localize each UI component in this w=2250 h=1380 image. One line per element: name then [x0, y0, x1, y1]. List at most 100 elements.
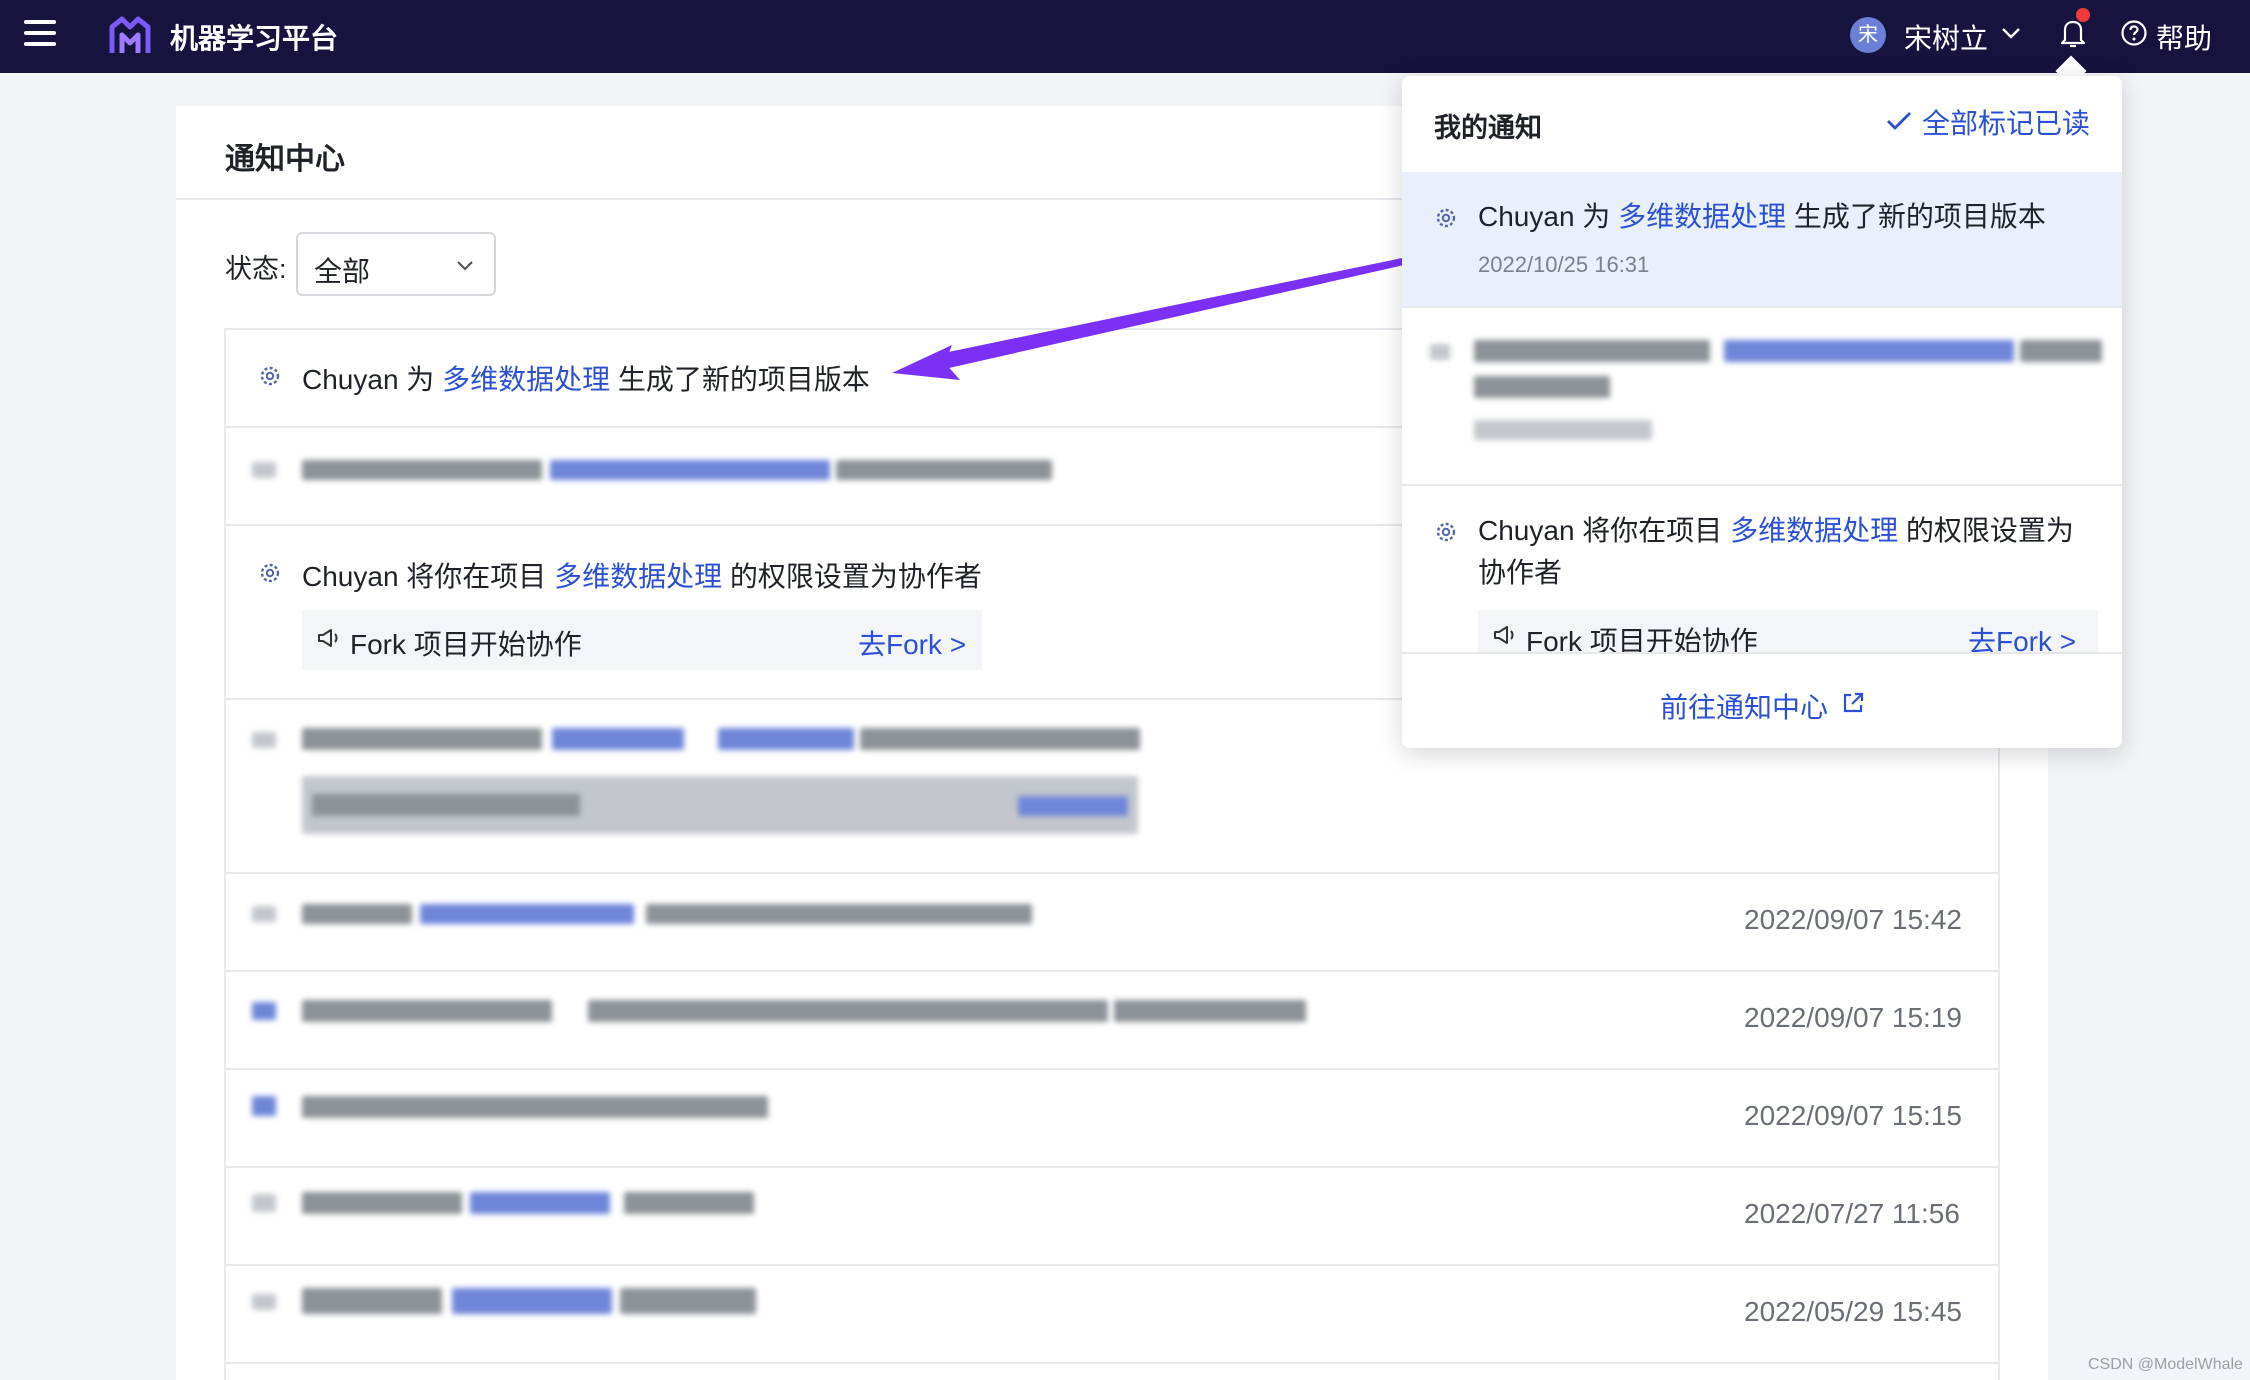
- external-link-icon[interactable]: [1840, 690, 1866, 716]
- help-link[interactable]: 帮助: [2156, 17, 2212, 57]
- status-filter-select[interactable]: 全部: [296, 232, 496, 296]
- row-divider: [224, 970, 2000, 972]
- watermark: CSDN @ModelWhale: [2088, 1356, 2243, 1373]
- blurred-link: [552, 728, 684, 750]
- project-link[interactable]: 多维数据处理: [1730, 515, 1898, 546]
- blurred-icon: [252, 732, 276, 748]
- megaphone-icon: [1494, 626, 1514, 644]
- fork-action-text: Fork 项目开始协作: [1526, 626, 1758, 657]
- blurred-icon: [252, 462, 276, 478]
- hamburger-menu-icon[interactable]: [24, 20, 56, 48]
- row-divider: [224, 1068, 2000, 1070]
- platform-logo-icon[interactable]: [108, 13, 152, 59]
- dropdown-divider: [1402, 484, 2122, 486]
- actor-name: Chuyan: [302, 561, 399, 592]
- blurred-link: [452, 1288, 612, 1314]
- chevron-down-icon: [457, 261, 473, 271]
- blurred-icon: [252, 1096, 276, 1116]
- help-circle-icon[interactable]: [2120, 19, 2148, 47]
- dropdown-footer-divider: [1402, 652, 2122, 654]
- blurred-text: [2020, 340, 2102, 362]
- blurred-text: [302, 1192, 462, 1214]
- blurred-link: [1724, 340, 2014, 362]
- text-fragment: 将你在项目: [406, 561, 547, 592]
- blurred-link: [470, 1192, 610, 1214]
- blurred-time: [1474, 420, 1652, 440]
- user-avatar[interactable]: 宋: [1850, 17, 1886, 53]
- user-name[interactable]: 宋树立: [1904, 17, 1988, 57]
- dropdown-item-text: Chuyan 为 多维数据处理 生成了新的项目版本: [1478, 196, 2046, 238]
- row-timestamp: 2022/09/07 15:42: [1744, 904, 1962, 935]
- top-nav-bar: 机器学习平台 宋 宋树立 帮助: [0, 0, 2250, 73]
- project-link[interactable]: 多维数据处理: [554, 561, 722, 592]
- notification-dropdown: 我的通知 全部标记已读 Chuyan 为 多维数据处理 生成了新的项目版本 20…: [1402, 76, 2122, 748]
- blurred-text: [860, 728, 1140, 750]
- text-fragment: 的权限设置为协作者: [729, 561, 982, 592]
- dropdown-item-text: Chuyan 将你在项目 多维数据处理 的权限设置为 协作者: [1478, 510, 2098, 594]
- text-fragment: 为: [406, 364, 435, 395]
- row-divider: [224, 1362, 2000, 1364]
- fork-action-text: Fork 项目开始协作: [350, 629, 582, 660]
- check-icon: [1887, 112, 1911, 130]
- fork-action-box: Fork 项目开始协作 去Fork >: [1478, 610, 2098, 657]
- gear-icon: [1436, 522, 1456, 542]
- megaphone-icon: [318, 629, 338, 647]
- row-divider: [224, 1166, 2000, 1168]
- actor-name: Chuyan: [1478, 201, 1575, 232]
- blurred-text: [624, 1192, 754, 1214]
- app-title[interactable]: 机器学习平台: [170, 17, 338, 57]
- blurred-text: [302, 1096, 768, 1118]
- blurred-text: [302, 460, 542, 480]
- page-title: 通知中心: [225, 143, 345, 176]
- unread-dot: [2076, 8, 2090, 22]
- notification-text: Chuyan 为 多维数据处理 生成了新的项目版本: [302, 358, 870, 398]
- gear-icon: [260, 563, 280, 583]
- blurred-link: [420, 904, 634, 924]
- blurred-link: [550, 460, 830, 480]
- blurred-text: [1474, 340, 1710, 362]
- row-divider: [224, 872, 2000, 874]
- mark-all-read-label[interactable]: 全部标记已读: [1922, 102, 2090, 142]
- gear-icon: [260, 366, 280, 386]
- blurred-text: [1474, 376, 1610, 398]
- blurred-text: [302, 1288, 442, 1314]
- go-fork-link[interactable]: 去Fork >: [858, 623, 966, 663]
- blurred-text: [302, 904, 412, 924]
- project-link[interactable]: 多维数据处理: [1618, 201, 1786, 232]
- blurred-text: [588, 1000, 1108, 1022]
- blurred-text: [1114, 1000, 1306, 1022]
- gear-icon: [1436, 208, 1456, 228]
- dropdown-title: 我的通知: [1434, 113, 1542, 143]
- text-fragment: 为: [1582, 201, 1611, 232]
- text-fragment: 将你在项目: [1582, 515, 1723, 546]
- text-fragment: 协作者: [1478, 557, 1563, 588]
- blurred-text: [620, 1288, 756, 1314]
- actor-name: Chuyan: [1478, 515, 1575, 546]
- go-fork-link[interactable]: 去Fork >: [1968, 620, 2076, 660]
- notification-text: Chuyan 将你在项目 多维数据处理 的权限设置为协作者: [302, 555, 982, 595]
- project-link[interactable]: 多维数据处理: [442, 364, 610, 395]
- go-to-notification-center-link[interactable]: 前往通知中心: [1660, 686, 1828, 726]
- blurred-text: [302, 1000, 552, 1022]
- blurred-text: [646, 904, 1032, 924]
- row-timestamp: 2022/09/07 15:15: [1744, 1100, 1962, 1131]
- blurred-text: [312, 794, 580, 816]
- row-timestamp: 2022/05/29 15:45: [1744, 1296, 1962, 1327]
- status-filter-value: 全部: [314, 256, 371, 287]
- row-divider: [224, 1264, 2000, 1266]
- blurred-text: [302, 728, 542, 750]
- actor-name: Chuyan: [302, 364, 399, 395]
- blurred-link: [1018, 796, 1128, 816]
- fork-action-box: Fork 项目开始协作 去Fork >: [302, 610, 982, 670]
- blurred-icon: [252, 1002, 276, 1020]
- status-filter-label: 状态:: [225, 254, 287, 284]
- text-fragment: 的权限设置为: [1905, 515, 2074, 546]
- chevron-down-icon[interactable]: [2000, 22, 2022, 44]
- row-timestamp: 2022/09/07 15:19: [1744, 1002, 1962, 1033]
- text-fragment: 生成了新的项目版本: [1793, 201, 2046, 232]
- dropdown-item[interactable]: [1402, 172, 2122, 308]
- blurred-link: [718, 728, 854, 750]
- blurred-icon: [1430, 344, 1450, 360]
- blurred-text: [836, 460, 1052, 480]
- dropdown-item-time: 2022/10/25 16:31: [1478, 252, 1650, 277]
